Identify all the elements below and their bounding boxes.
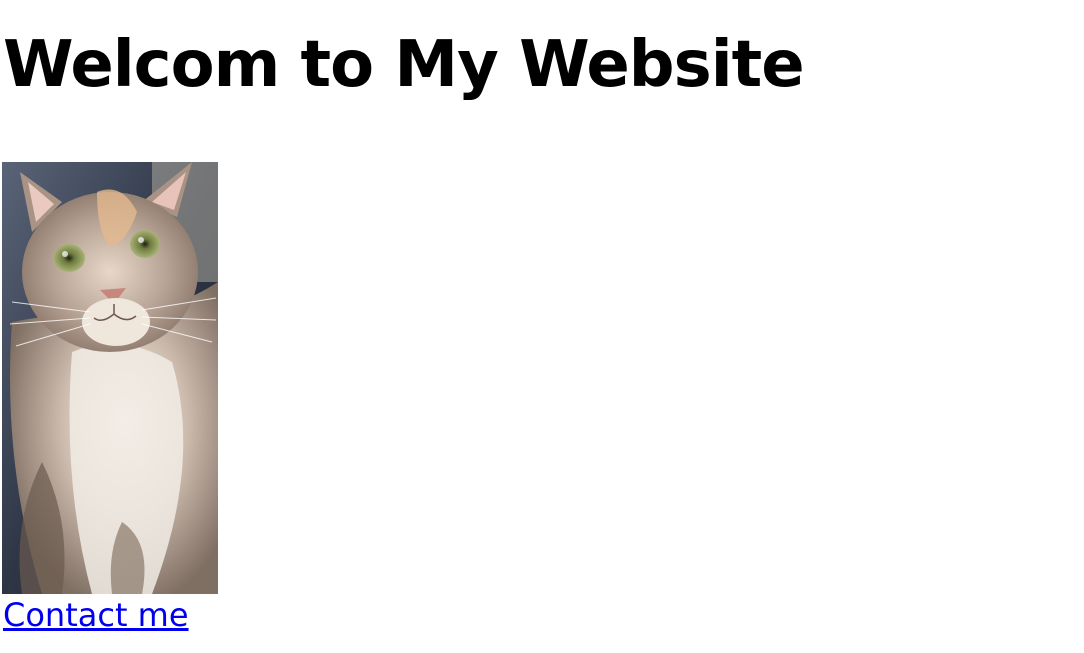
cat-photo bbox=[2, 162, 218, 594]
contact-me-link[interactable]: Contact me bbox=[3, 597, 189, 633]
page-heading: Welcom to My Website bbox=[3, 28, 805, 102]
